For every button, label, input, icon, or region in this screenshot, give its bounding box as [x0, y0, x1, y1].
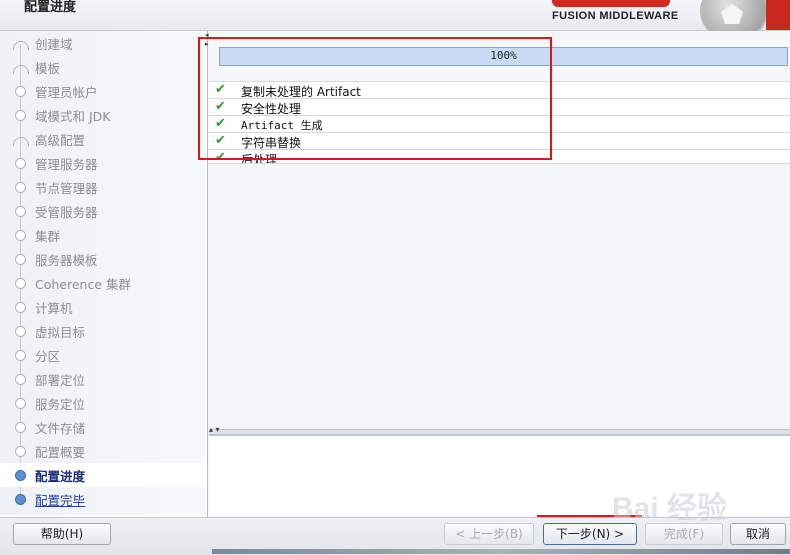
step-node-icon — [15, 470, 26, 481]
back-button: < 上一步(B) — [444, 523, 534, 545]
nav-step-item: 服务定位 — [0, 391, 205, 415]
nav-step-label: 部署定位 — [35, 373, 86, 388]
nav-step-item: 高级配置 — [0, 127, 205, 151]
step-node-icon — [15, 182, 26, 193]
help-button[interactable]: 帮助(H) — [13, 523, 111, 545]
page-title: 配置进度 — [24, 0, 77, 15]
nav-step-item: 模板 — [0, 55, 205, 79]
step-node-icon — [15, 374, 26, 385]
step-node-icon — [13, 132, 29, 146]
nav-step-item: 虚拟目标 — [0, 319, 205, 343]
nav-step-label: 配置进度 — [35, 469, 86, 484]
step-node-icon — [15, 494, 26, 505]
nav-step-label: 服务定位 — [35, 397, 86, 412]
nav-step-label: 管理服务器 — [35, 157, 98, 172]
step-node-icon — [15, 254, 26, 265]
nav-step-item: 服务器模板 — [0, 247, 205, 271]
nav-step-label: 计算机 — [35, 301, 73, 316]
nav-step-item: 管理员帐户 — [0, 79, 205, 103]
nav-step-item: 配置概要 — [0, 439, 205, 463]
nav-step-label: Coherence 集群 — [35, 277, 132, 292]
highlight-progress-box — [198, 37, 552, 160]
nav-step-label: 模板 — [35, 61, 61, 76]
cancel-button[interactable]: 取消 — [730, 523, 786, 545]
step-node-icon — [15, 446, 26, 457]
nav-step-label: 文件存储 — [35, 421, 86, 436]
wizard-steps-nav: 创建域模板管理员帐户域模式和 JDK 高级配置管理服务器节点管理器受管服务器集群服… — [0, 31, 205, 515]
nav-step-item: Coherence 集群 — [0, 271, 205, 295]
nav-step-item: 部署定位 — [0, 367, 205, 391]
nav-step-item: 创建域 — [0, 31, 205, 55]
header-bar: 配置进度 FUSION MIDDLEWARE — [0, 0, 790, 42]
step-node-icon — [15, 398, 26, 409]
nav-step-label: 管理员帐户 — [35, 85, 98, 100]
step-node-icon — [15, 422, 26, 433]
nav-step-label: 受管服务器 — [35, 205, 98, 220]
nav-step-item: 计算机 — [0, 295, 205, 319]
nav-step-item: 配置进度 — [0, 463, 205, 487]
step-node-icon — [15, 86, 26, 97]
nav-step-label[interactable]: 配置完毕 — [35, 490, 85, 509]
step-node-icon — [15, 302, 26, 313]
nav-step-label: 服务器模板 — [35, 253, 98, 268]
brand-tagline: FUSION MIDDLEWARE — [552, 10, 679, 22]
baidu-watermark: Bai 经验 — [612, 492, 728, 525]
nav-step-item: 分区 — [0, 343, 205, 367]
nav-step-item: 管理服务器 — [0, 151, 205, 175]
desktop-background-strip — [212, 549, 790, 554]
step-node-icon — [15, 350, 26, 361]
step-node-icon — [13, 36, 29, 50]
step-node-icon — [15, 206, 26, 217]
nav-step-item: 文件存储 — [0, 415, 205, 439]
step-node-icon — [13, 60, 29, 74]
nav-step-item: 节点管理器 — [0, 175, 205, 199]
nav-step-item[interactable]: 配置完毕 — [0, 487, 205, 511]
nav-step-label: 虚拟目标 — [35, 325, 86, 340]
nav-step-label: 集群 — [35, 229, 61, 244]
nav-step-label: 高级配置 — [35, 133, 86, 148]
step-node-icon — [15, 230, 26, 241]
nav-step-label: 域模式和 JDK — [35, 109, 111, 124]
nav-step-label: 分区 — [35, 349, 61, 364]
header-red-accent — [766, 0, 790, 30]
nav-step-item: 集群 — [0, 223, 205, 247]
step-node-icon — [15, 278, 26, 289]
step-node-icon — [15, 110, 26, 121]
nav-step-item: 受管服务器 — [0, 199, 205, 223]
nav-step-label: 节点管理器 — [35, 181, 98, 196]
splitter-arrows-icon[interactable]: ▴ ▾ — [209, 425, 220, 434]
oracle-logo — [552, 0, 682, 7]
nav-step-item: 域模式和 JDK — [0, 103, 205, 127]
step-node-icon — [15, 326, 26, 337]
task-list-empty-area — [209, 163, 790, 430]
nav-step-label: 创建域 — [35, 37, 73, 52]
step-node-icon — [15, 158, 26, 169]
nav-step-label: 配置概要 — [35, 445, 86, 460]
